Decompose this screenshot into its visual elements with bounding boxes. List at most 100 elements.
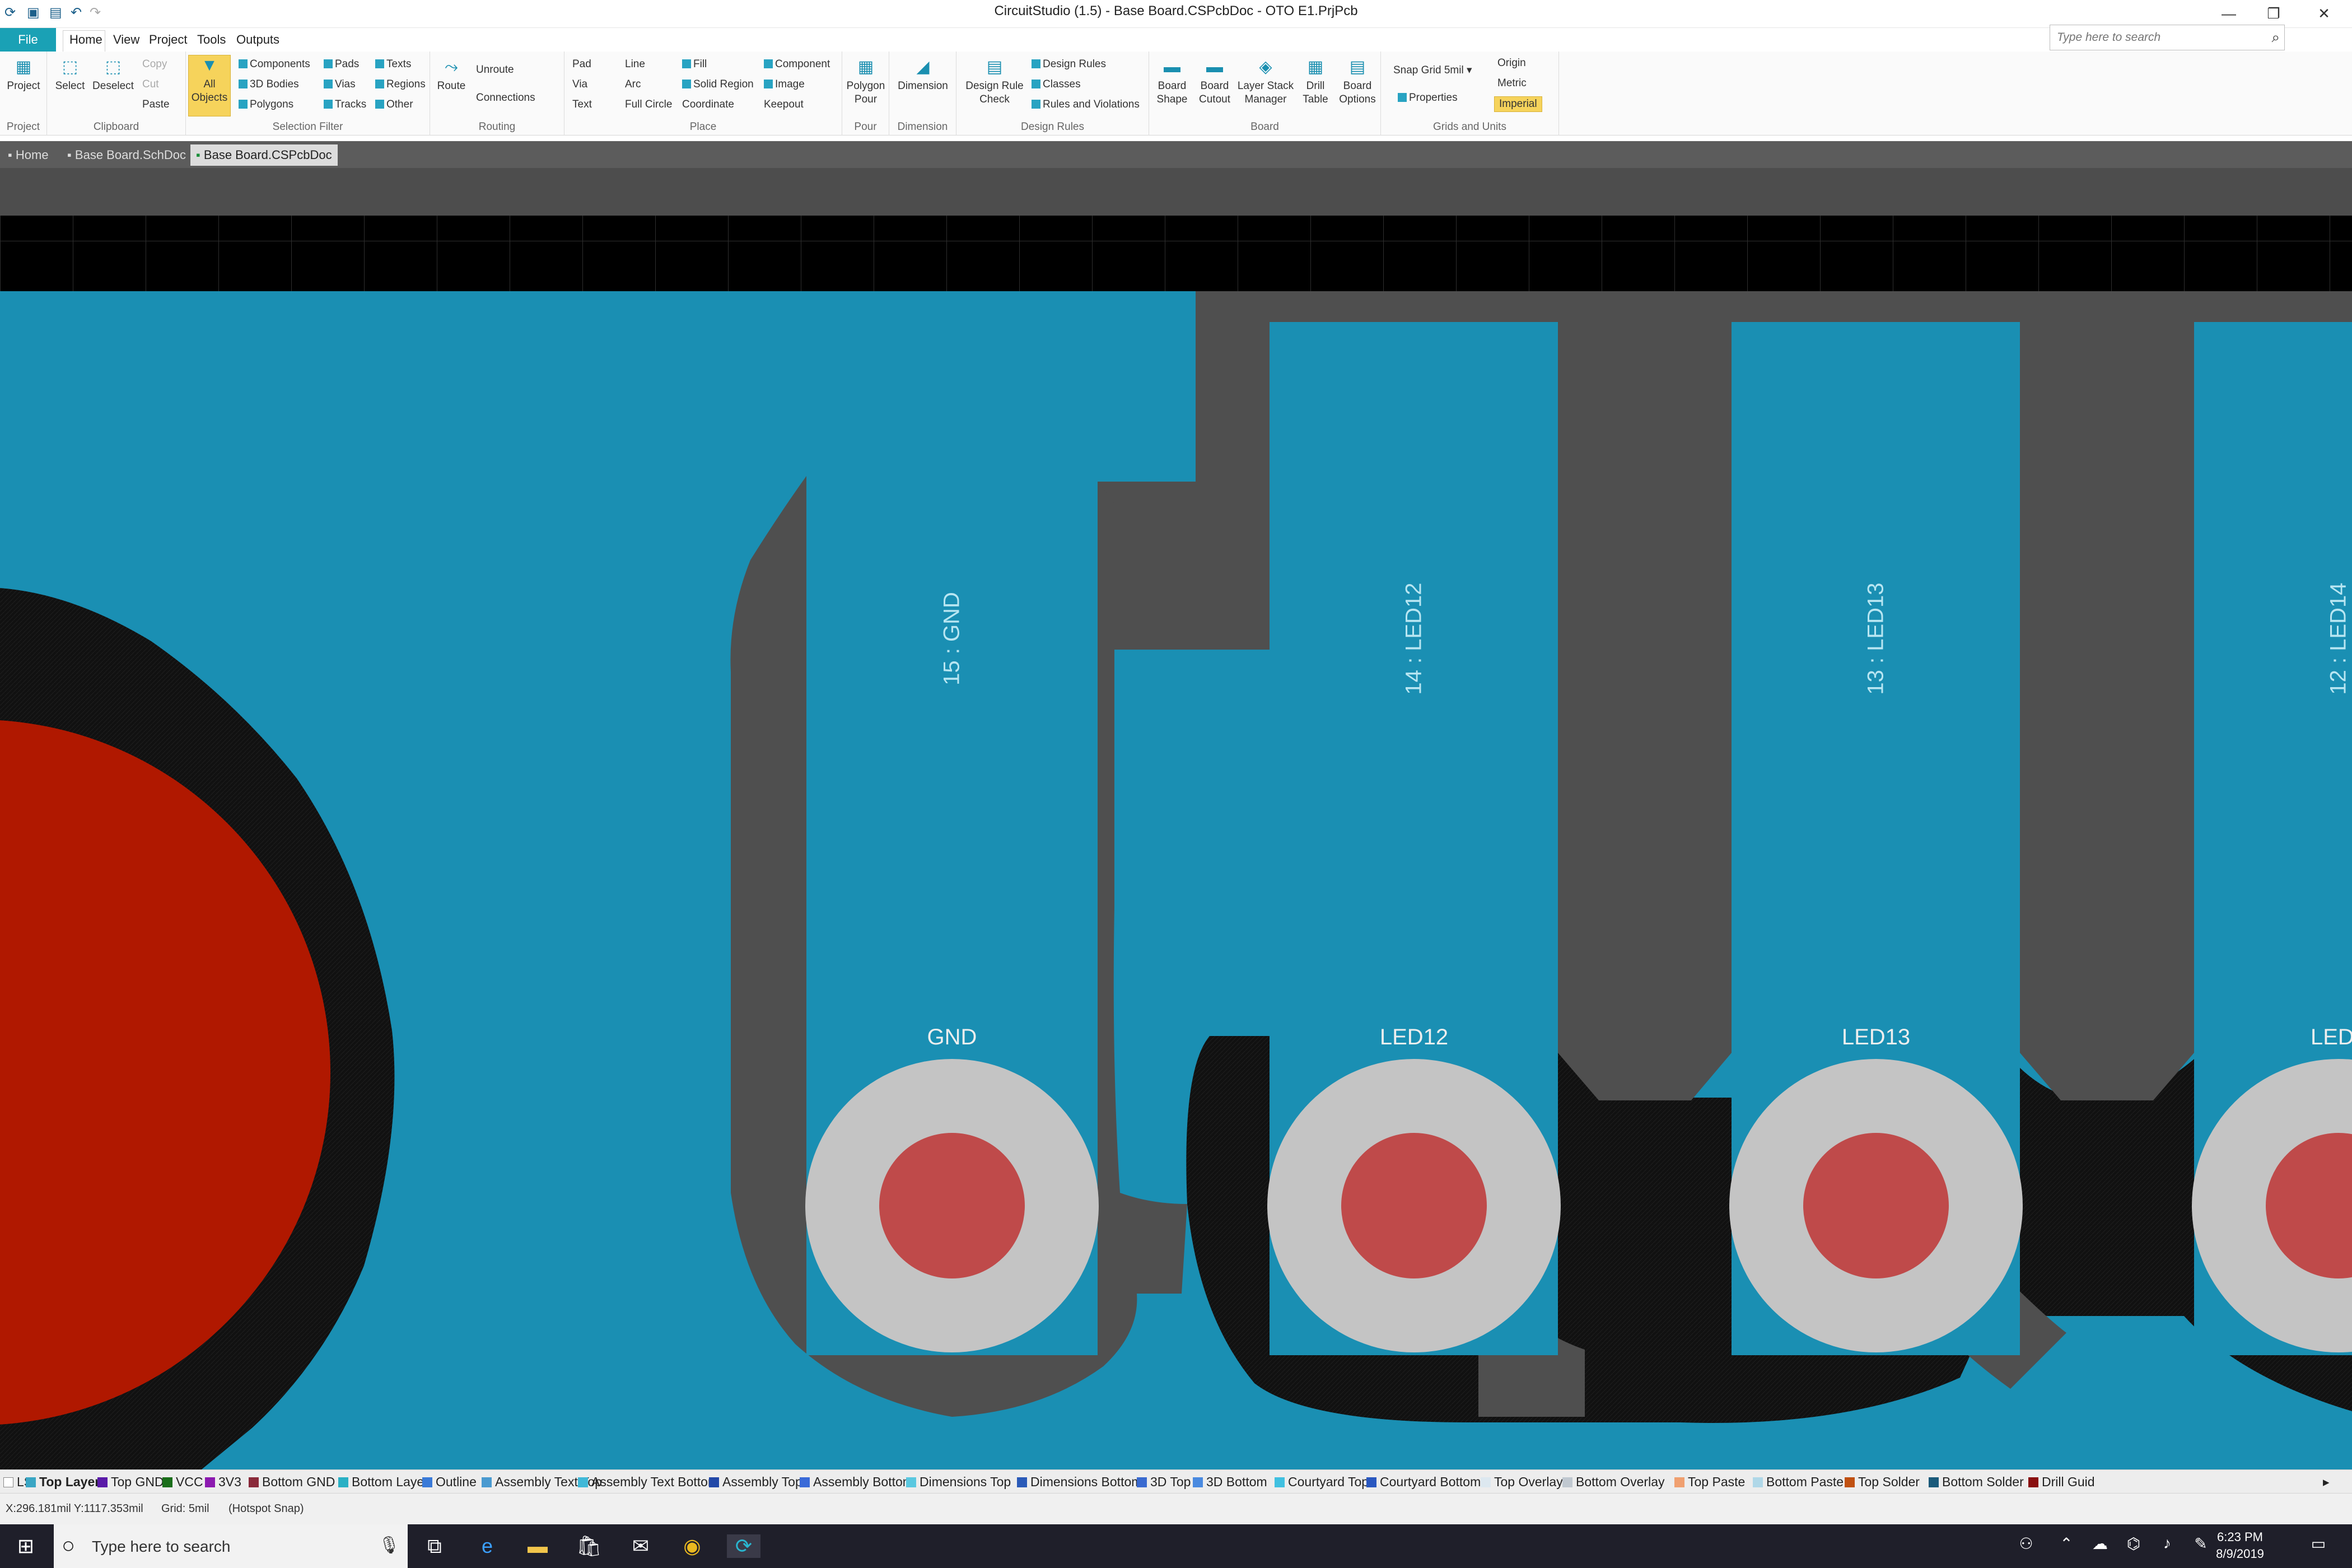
layer-tab-dimensions-bottom[interactable]: Dimensions Bottom — [1017, 1474, 1142, 1490]
board-cutout-button[interactable]: ▬ Board Cutout — [1194, 57, 1235, 106]
help-search-input[interactable] — [2057, 31, 2258, 44]
layer-tab-top-overlay[interactable]: Top Overlay — [1481, 1474, 1563, 1490]
layer-tab-vcc[interactable]: VCC — [162, 1474, 203, 1490]
layer-tab-courtyard-bottom[interactable]: Courtyard Bottom — [1366, 1474, 1481, 1490]
project-button[interactable]: ▦ Project — [2, 57, 45, 93]
cut-button[interactable]: Cut — [142, 78, 159, 91]
people-icon[interactable]: ⚇ — [2009, 1534, 2043, 1553]
volume-icon[interactable]: ♪ — [2150, 1534, 2184, 1552]
close-button[interactable]: ✕ — [2307, 2, 2341, 25]
polygon-pour-button[interactable]: ▦ Polygon Pour — [844, 57, 887, 106]
route-button[interactable]: ⤳ Route — [433, 57, 469, 93]
place-full-circle[interactable]: Full Circle — [625, 99, 672, 111]
place-line[interactable]: Line — [625, 58, 645, 71]
place-component[interactable]: Component — [764, 58, 830, 71]
deselect-button[interactable]: ⬚ Deselect — [90, 57, 137, 93]
circuitstudio-taskbar-icon[interactable]: ⟳ — [727, 1534, 760, 1558]
pcb-drawing[interactable] — [0, 168, 2352, 1469]
filter-texts[interactable]: Texts — [375, 58, 411, 71]
properties-button[interactable]: Properties — [1398, 92, 1458, 104]
rules-violations-button[interactable]: Rules and Violations — [1032, 99, 1140, 111]
microphone-icon[interactable]: 🎙 — [379, 1536, 400, 1555]
copy-button[interactable]: Copy — [142, 58, 167, 71]
place-coordinate[interactable]: Coordinate — [682, 99, 734, 111]
place-pad[interactable]: Pad — [572, 58, 591, 71]
mail-icon[interactable]: ✉ — [624, 1534, 657, 1558]
notifications-icon[interactable]: ▭ — [2302, 1534, 2335, 1553]
taskbar-search[interactable]: ○ Type here to search 🎙 — [54, 1524, 408, 1568]
filter-pads[interactable]: Pads — [324, 58, 359, 71]
design-rule-check-button[interactable]: ▤ Design Rule Check — [960, 57, 1029, 106]
network-icon[interactable]: ⌬ — [2117, 1534, 2150, 1553]
metric-button[interactable]: Metric — [1497, 77, 1527, 90]
taskbar-clock[interactable]: 6:23 PM 8/9/2019 — [2201, 1529, 2279, 1562]
board-options-button[interactable]: ▤ Board Options — [1336, 57, 1379, 106]
edge-icon[interactable]: e — [470, 1534, 504, 1558]
paste-button[interactable]: Paste — [142, 99, 170, 111]
layer-tab-assembly-bottom[interactable]: Assembly Bottom — [800, 1474, 913, 1490]
tab-outputs[interactable]: Outputs — [236, 32, 279, 47]
place-via[interactable]: Via — [572, 78, 587, 91]
layer-tab-bottom-gnd[interactable]: Bottom GND — [249, 1474, 335, 1490]
layer-tab-drill-guid[interactable]: Drill Guid — [2028, 1474, 2095, 1490]
place-fill[interactable]: Fill — [682, 58, 707, 71]
place-keepout[interactable]: Keepout — [764, 99, 804, 111]
onedrive-icon[interactable]: ☁ — [2083, 1534, 2117, 1553]
task-view-icon[interactable]: ⧉ — [418, 1534, 451, 1558]
connections-button[interactable]: Connections — [476, 92, 535, 104]
layer-tab-3d-top[interactable]: 3D Top — [1137, 1474, 1191, 1490]
layer-tab-assembly-text-bottom[interactable]: Assembly Text Bottom — [578, 1474, 718, 1490]
design-rules-button[interactable]: Design Rules — [1032, 58, 1106, 71]
layer-tab-bottom-solder[interactable]: Bottom Solder — [1929, 1474, 2024, 1490]
imperial-button[interactable]: Imperial — [1494, 96, 1542, 112]
layer-tab-outline[interactable]: Outline — [422, 1474, 477, 1490]
filter-vias[interactable]: Vias — [324, 78, 356, 91]
search-icon[interactable]: ⌕ — [2271, 29, 2280, 46]
drill-table-button[interactable]: ▦ Drill Table — [1296, 57, 1335, 106]
place-image[interactable]: Image — [764, 78, 805, 91]
filter-other[interactable]: Other — [375, 99, 413, 111]
doc-tab-pcbdoc[interactable]: ▪ Base Board.CSPcbDoc — [190, 144, 338, 166]
layer-tab-bottom-paste[interactable]: Bottom Paste — [1753, 1474, 1844, 1490]
tab-home[interactable]: Home — [69, 32, 102, 47]
minimize-button[interactable]: — — [2212, 2, 2246, 25]
layer-scroll-right-icon[interactable]: ▸ — [2323, 1474, 2330, 1490]
doc-tab-schdoc[interactable]: ▪ Base Board.SchDoc — [62, 144, 192, 166]
layer-tab-bottom-layer[interactable]: Bottom Layer — [338, 1474, 428, 1490]
layer-tab-top-solder[interactable]: Top Solder — [1845, 1474, 1920, 1490]
doc-tab-home[interactable]: ▪ Home — [2, 144, 54, 166]
filter-regions[interactable]: Regions — [375, 78, 426, 91]
windows-start-icon[interactable]: ⊞ — [9, 1534, 43, 1558]
store-icon[interactable]: 🛍 — [572, 1534, 606, 1558]
layer-tab-top-paste[interactable]: Top Paste — [1674, 1474, 1745, 1490]
layer-tab-courtyard-top[interactable]: Courtyard Top — [1275, 1474, 1369, 1490]
filter-components[interactable]: Components — [239, 58, 310, 71]
board-shape-button[interactable]: ▬ Board Shape — [1151, 57, 1193, 106]
layer-tab-3v3[interactable]: 3V3 — [205, 1474, 241, 1490]
classes-button[interactable]: Classes — [1032, 78, 1081, 91]
layer-tab-top-gnd[interactable]: Top GND — [97, 1474, 164, 1490]
tab-tools[interactable]: Tools — [197, 32, 226, 47]
layer-stack-manager-button[interactable]: ◈ Layer Stack Manager — [1236, 57, 1295, 106]
layer-tab-bottom-overlay[interactable]: Bottom Overlay — [1562, 1474, 1665, 1490]
chrome-icon[interactable]: ◉ — [675, 1534, 709, 1558]
place-arc[interactable]: Arc — [625, 78, 641, 91]
filter-3d-bodies[interactable]: 3D Bodies — [239, 78, 299, 91]
filter-tracks[interactable]: Tracks — [324, 99, 366, 111]
layer-tab-dimensions-top[interactable]: Dimensions Top — [906, 1474, 1011, 1490]
file-explorer-icon[interactable]: ▬ — [521, 1534, 554, 1558]
tray-expand-icon[interactable]: ⌃ — [2050, 1534, 2083, 1553]
layer-tab-3d-bottom[interactable]: 3D Bottom — [1193, 1474, 1267, 1490]
pcb-canvas[interactable]: 15 : GND 14 : LED12 13 : LED13 12 : LED1… — [0, 168, 2352, 1469]
help-search-box[interactable]: ⌕ — [2050, 25, 2285, 50]
restore-button[interactable]: ❐ — [2257, 2, 2290, 25]
layer-tab-top-layer[interactable]: Top Layer — [26, 1474, 100, 1490]
filter-polygons[interactable]: Polygons — [239, 99, 293, 111]
all-objects-button[interactable]: ▼ All Objects — [188, 55, 231, 116]
select-button[interactable]: ⬚ Select — [50, 57, 90, 93]
file-tab[interactable]: File — [0, 28, 56, 52]
place-text[interactable]: Text — [572, 99, 592, 111]
tab-project[interactable]: Project — [149, 32, 187, 47]
origin-button[interactable]: Origin — [1497, 57, 1526, 69]
place-solid-region[interactable]: Solid Region — [682, 78, 754, 91]
